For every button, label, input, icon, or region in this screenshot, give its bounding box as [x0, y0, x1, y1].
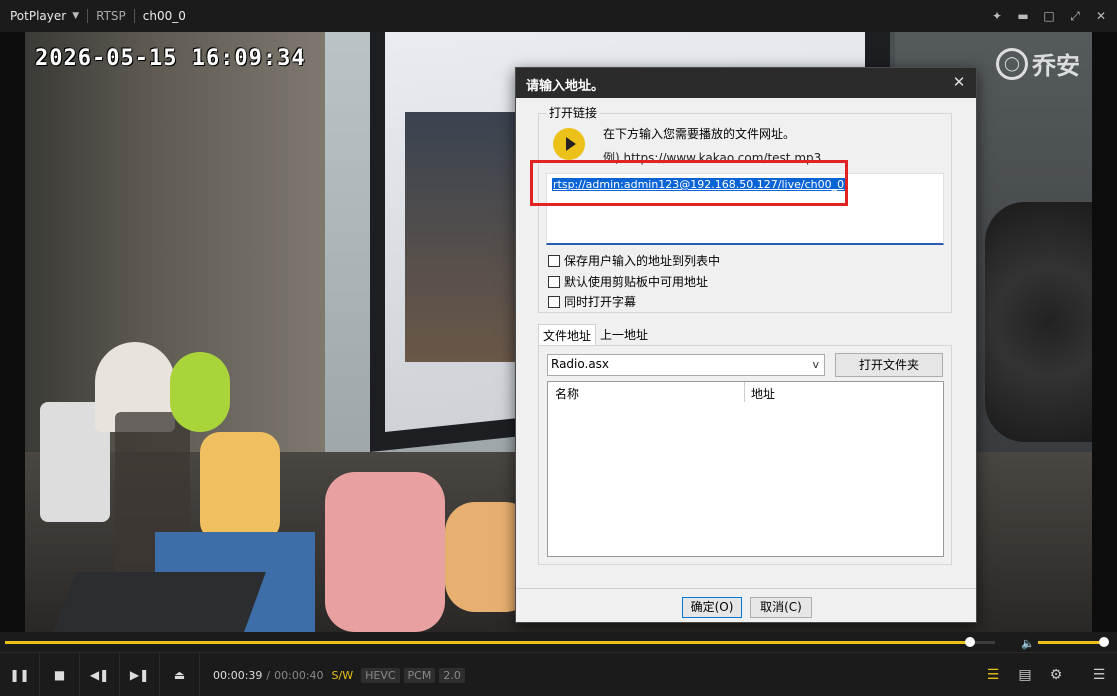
- maximize-icon[interactable]: □: [1039, 6, 1059, 26]
- time-separator: /: [266, 669, 271, 682]
- video-scene-figure: [170, 352, 230, 432]
- tab-pane: Radio.asx v 打开文件夹 名称 地址: [538, 345, 952, 565]
- pin-icon[interactable]: ✦: [987, 6, 1007, 26]
- seek-progress: [5, 641, 971, 644]
- skip-previous-icon: ◀❚: [89, 668, 110, 682]
- play-icon: [553, 128, 585, 160]
- ok-button[interactable]: 确定(O): [682, 597, 742, 618]
- potplayer-window: PotPlayer ▼ RTSP ch00_0 ✦ ▬ □ ⤢ ✕ 2026-0…: [0, 0, 1117, 696]
- checkbox-box[interactable]: [548, 275, 560, 288]
- hint-text: 在下方输入您需要播放的文件网址。: [603, 127, 796, 141]
- checkbox-save-history[interactable]: 保存用户输入的地址到列表中: [548, 252, 720, 269]
- title-bar: PotPlayer ▼ RTSP ch00_0 ✦ ▬ □ ⤢ ✕: [0, 0, 1117, 32]
- time-display: 00:00:39 / 00:00:40 S/W HEVC PCM 2.0: [213, 668, 465, 683]
- checkbox-label: 同时打开字幕: [564, 295, 637, 309]
- column-header-address[interactable]: 地址: [751, 385, 775, 402]
- next-button[interactable]: ▶❚: [120, 653, 160, 696]
- open-folder-button[interactable]: 打开文件夹: [835, 353, 943, 377]
- seek-bar-area: 🔈: [0, 632, 1117, 652]
- video-scene-speaker: [985, 202, 1092, 442]
- watermark-logo: ◯ 乔安: [996, 46, 1080, 81]
- checkbox-use-clipboard[interactable]: 默认使用剪贴板中可用地址: [548, 273, 708, 290]
- audio-channels-badge[interactable]: 2.0: [439, 668, 465, 683]
- decoder-badge[interactable]: S/W: [328, 668, 358, 683]
- previous-button[interactable]: ◀❚: [80, 653, 120, 696]
- hamburger-menu-icon: ☰: [1092, 667, 1106, 683]
- info-button[interactable]: ▤: [1010, 653, 1040, 696]
- chevron-down-icon[interactable]: v: [812, 358, 819, 371]
- pause-button[interactable]: ❚❚: [0, 653, 40, 696]
- settings-button[interactable]: ⚙: [1041, 653, 1071, 696]
- playlist-select[interactable]: Radio.asx v: [547, 354, 825, 376]
- column-header-name[interactable]: 名称: [555, 385, 579, 402]
- skip-next-icon: ▶❚: [129, 668, 150, 682]
- group-label: 打开链接: [546, 104, 601, 121]
- highlight-annotation: [530, 160, 848, 206]
- eject-button[interactable]: ⏏: [160, 653, 200, 696]
- tab-file-address[interactable]: 文件地址: [538, 324, 597, 345]
- tab-previous-address[interactable]: 上一地址: [596, 324, 652, 345]
- window-controls: ✦ ▬ □ ⤢ ✕: [987, 0, 1111, 32]
- divider: [87, 9, 89, 23]
- pause-icon: ❚❚: [9, 668, 30, 682]
- menu-button[interactable]: ☰: [1084, 653, 1114, 696]
- playlist-search-button[interactable]: ☰: [978, 653, 1008, 696]
- checkbox-label: 保存用户输入的地址到列表中: [564, 254, 721, 268]
- seek-handle[interactable]: [965, 637, 976, 647]
- app-menu-button[interactable]: PotPlayer ▼: [0, 9, 79, 23]
- cancel-button[interactable]: 取消(C): [750, 597, 812, 618]
- checkbox-label: 默认使用剪贴板中可用地址: [564, 275, 709, 289]
- video-scene-screen-content: [405, 112, 525, 362]
- checkbox-box[interactable]: [548, 254, 560, 267]
- minimize-icon[interactable]: ▬: [1013, 6, 1033, 26]
- video-timestamp: 2026-05-15 16:09:34: [35, 46, 306, 71]
- stop-icon: ■: [53, 668, 66, 682]
- video-scene-figure: [325, 472, 445, 632]
- checkbox-open-subtitles[interactable]: 同时打开字幕: [548, 293, 636, 310]
- checkbox-box[interactable]: [548, 295, 560, 308]
- dialog-title: 请输入地址。: [516, 68, 976, 98]
- chevron-down-icon: ▼: [72, 11, 80, 21]
- watermark-text: 乔安: [1032, 52, 1080, 80]
- document-icon: ▤: [1018, 667, 1032, 683]
- volume-level: [1038, 641, 1104, 644]
- logo-icon: ◯: [996, 47, 1028, 80]
- eject-icon: ⏏: [173, 668, 186, 682]
- stop-button[interactable]: ■: [40, 653, 80, 696]
- select-value: Radio.asx: [551, 357, 610, 371]
- close-icon[interactable]: ✕: [1091, 6, 1111, 26]
- playlist-search-icon: ☰: [986, 667, 1000, 683]
- video-scene-figure: [200, 432, 280, 542]
- codec-badge[interactable]: HEVC: [361, 668, 400, 683]
- divider: [516, 588, 976, 589]
- volume-slider[interactable]: [1038, 637, 1109, 647]
- tab-rtsp[interactable]: RTSP: [96, 9, 126, 23]
- address-list[interactable]: 名称 地址: [547, 381, 944, 557]
- column-divider[interactable]: [744, 382, 745, 402]
- open-url-dialog: 请输入地址。 ✕ 打开链接 在下方输入您需要播放的文件网址。 例) https:…: [515, 67, 977, 623]
- divider: [133, 9, 135, 23]
- volume-icon[interactable]: 🔈: [1021, 637, 1035, 650]
- total-time: 00:00:40: [274, 669, 324, 682]
- control-bar: ❚❚ ■ ◀❚ ▶❚ ⏏ 00:00:39 / 00:00:40 S/W HEV…: [0, 652, 1117, 696]
- volume-handle[interactable]: [1099, 637, 1109, 647]
- app-name: PotPlayer: [10, 9, 67, 23]
- seek-bar[interactable]: [5, 637, 995, 647]
- audio-codec-badge[interactable]: PCM: [403, 668, 436, 683]
- gear-icon: ⚙: [1049, 667, 1063, 683]
- video-scene-keyboard: [54, 572, 266, 632]
- current-time: 00:00:39: [213, 669, 263, 682]
- fullscreen-icon[interactable]: ⤢: [1065, 6, 1085, 26]
- close-icon[interactable]: ✕: [950, 73, 968, 91]
- tab-ch00[interactable]: ch00_0: [143, 9, 186, 23]
- dialog-tabs: 文件地址 上一地址: [538, 324, 652, 345]
